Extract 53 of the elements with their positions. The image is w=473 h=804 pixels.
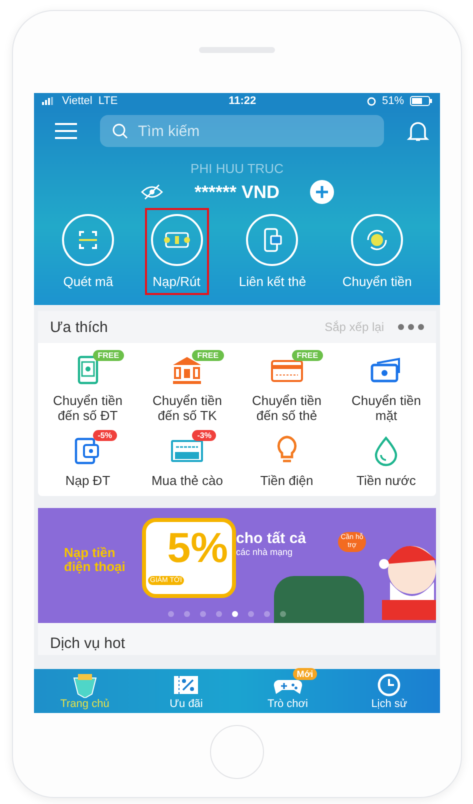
banner-subtext: các nhà mạng [236,547,294,557]
discount-value: 5% [167,524,228,572]
action-button[interactable]: Quét mã [56,208,120,295]
balance-amount: ****** VND [194,182,280,202]
signal-icon [42,97,56,105]
discount-badge: FREE [92,350,124,361]
service-item[interactable]: -3% Mua thẻ cào [138,433,237,488]
discount-badge: -5% [92,430,117,441]
battery-percent: 51% [382,95,404,107]
tab[interactable]: Mới Trò chơi [237,669,338,713]
action-button[interactable]: Nạp/Rút [144,208,209,295]
battery-icon [410,96,432,106]
tab[interactable]: Ưu đãi [136,669,237,713]
tab[interactable]: Trang chủ [34,669,136,713]
banner-text: cho tất cả [236,530,306,547]
section-title: Dịch vụ hot [38,623,436,655]
carrier-name: Viettel [62,95,92,107]
add-money-button[interactable] [310,180,334,204]
service-item[interactable]: Chuyển tiền mặt [336,353,436,423]
carousel-dot[interactable] [264,611,270,617]
carousel-dot[interactable] [232,611,238,617]
account-name: PHI HUU TRUC [190,161,284,176]
action-button[interactable]: Liên kết thẻ [232,208,312,295]
carousel-dot[interactable] [200,611,206,617]
status-time: 11:22 [228,95,258,107]
action-button[interactable]: Chuyển tiền [336,208,418,295]
carousel-dot[interactable] [280,611,286,617]
discount-badge: FREE [292,350,324,361]
menu-icon[interactable] [54,122,78,140]
new-badge: Mới [292,668,318,680]
bell-icon[interactable] [406,119,430,143]
service-item[interactable]: FREE Chuyển tiền đến số TK [138,353,237,423]
discount-badge: FREE [192,350,224,361]
tab[interactable]: Lịch sử [338,669,440,713]
section-title: Ưa thích [50,318,109,336]
eye-slash-icon[interactable] [140,184,164,200]
search-icon [112,123,128,139]
alarm-icon [366,96,376,106]
service-item[interactable]: Tiền điện [237,433,336,488]
discount-badge: -3% [192,430,216,441]
carousel-dot[interactable] [216,611,222,617]
service-item[interactable]: FREE Chuyển tiền đến số ĐT [38,353,138,423]
more-icon[interactable] [398,324,424,330]
home-button[interactable] [210,725,264,779]
banner-headline: Nạp tiền điện thoại [64,546,126,574]
service-item[interactable]: Tiền nước [336,433,436,488]
network-type: LTE [98,95,118,107]
plus-icon [316,186,328,198]
service-item[interactable]: FREE Chuyển tiền đến số thẻ [237,353,336,423]
carousel-dot[interactable] [168,611,174,617]
carousel-dot[interactable] [184,611,190,617]
carousel-dot[interactable] [248,611,254,617]
service-item[interactable]: -5% Nạp ĐT [38,433,138,488]
